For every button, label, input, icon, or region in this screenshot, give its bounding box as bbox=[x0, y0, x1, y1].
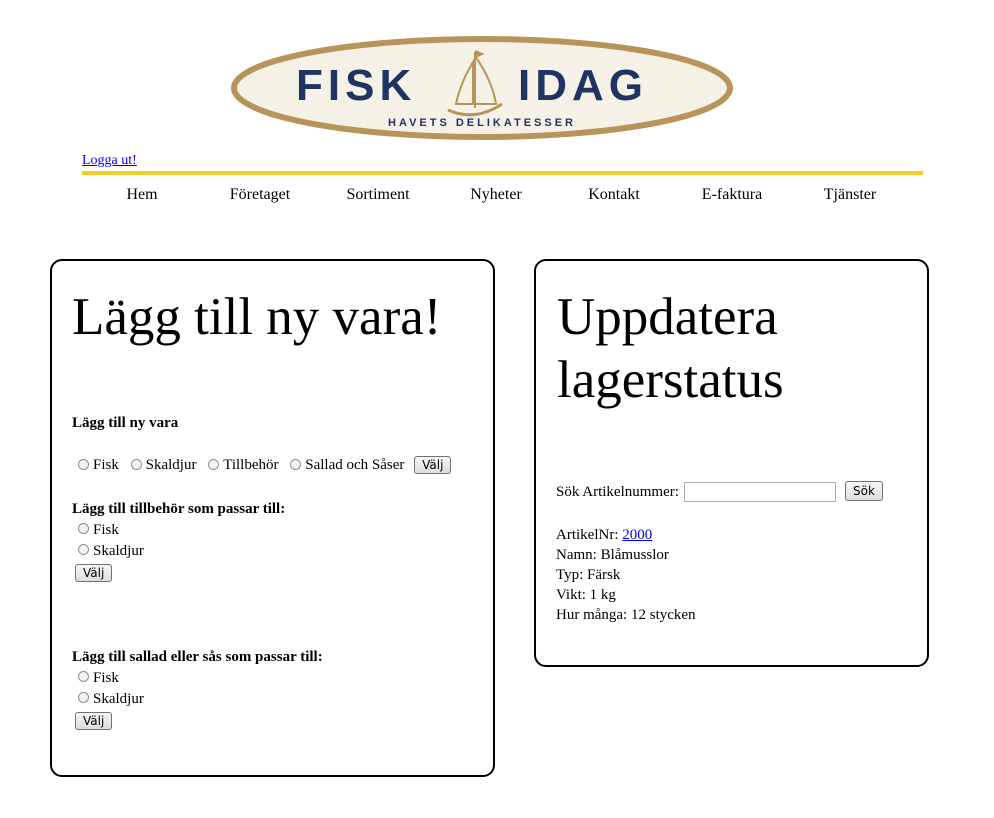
main-nav: Hem Företaget Sortiment Nyheter Kontakt … bbox=[83, 186, 923, 208]
salad-option-fisk: Fisk bbox=[78, 670, 119, 687]
nav-item-nyheter[interactable]: Nyheter bbox=[437, 186, 555, 204]
result-weight: Vikt: 1 kg bbox=[556, 587, 616, 603]
update-stock-title-line2: lagerstatus bbox=[557, 351, 784, 409]
result-name: Namn: Blåmusslor bbox=[556, 547, 669, 563]
radio-label-salad-fisk: Fisk bbox=[93, 670, 119, 686]
update-stock-title-line1: Uppdatera bbox=[557, 288, 778, 346]
logo-graphic: FISK IDAG HAVETS DELIKATESSER bbox=[231, 36, 733, 140]
section-accessories-heading: Lägg till tillbehör som passar till: bbox=[72, 501, 286, 517]
search-article-label: Sök Artikelnummer: bbox=[556, 484, 679, 500]
logo-tagline: HAVETS DELIKATESSER bbox=[388, 117, 576, 129]
salad-option-skaldjur: Skaldjur bbox=[78, 691, 144, 708]
radio-label-accessory-skaldjur: Skaldjur bbox=[93, 543, 144, 559]
radio-label-fisk: Fisk bbox=[93, 457, 119, 474]
radio-sallad-och-saser[interactable] bbox=[290, 458, 302, 470]
logout-link[interactable]: Logga ut! bbox=[82, 153, 137, 169]
radio-label-accessory-fisk: Fisk bbox=[93, 522, 119, 538]
result-article-row: ArtikelNr: 2000 bbox=[556, 527, 652, 544]
radio-label-skaldjur: Skaldjur bbox=[145, 457, 197, 474]
radio-accessory-skaldjur[interactable] bbox=[78, 544, 89, 556]
add-item-title: Lägg till ny vara! bbox=[72, 288, 442, 346]
search-button[interactable]: Sök bbox=[845, 481, 883, 501]
nav-item-sortiment[interactable]: Sortiment bbox=[319, 186, 437, 204]
product-type-radio-group: Fisk Skaldjur Tillbehör Sallad och Såser… bbox=[78, 456, 452, 475]
update-stock-panel: Uppdatera lagerstatus Sök Artikelnummer:… bbox=[534, 259, 929, 667]
article-number-link[interactable]: 2000 bbox=[622, 527, 652, 543]
nav-item-tjanster[interactable]: Tjänster bbox=[791, 186, 909, 204]
header-divider bbox=[82, 171, 923, 175]
radio-label-tillbehor: Tillbehör bbox=[223, 457, 279, 474]
add-item-panel: Lägg till ny vara! Lägg till ny vara Fis… bbox=[50, 259, 495, 777]
nav-item-kontakt[interactable]: Kontakt bbox=[555, 186, 673, 204]
logo: FISK IDAG HAVETS DELIKATESSER bbox=[230, 32, 735, 140]
accessory-option-skaldjur: Skaldjur bbox=[78, 543, 144, 560]
select-salad-sauce-button[interactable]: Välj bbox=[75, 712, 113, 730]
search-button-wrap: Sök bbox=[845, 481, 883, 502]
radio-tillbehor[interactable] bbox=[208, 458, 220, 470]
result-count: Hur många: 12 stycken bbox=[556, 607, 696, 623]
radio-fisk[interactable] bbox=[78, 458, 89, 470]
logo-wordmark-left: FISK bbox=[296, 61, 416, 110]
logo-wordmark-right: IDAG bbox=[518, 61, 648, 110]
article-number-label: ArtikelNr: bbox=[556, 527, 623, 543]
select-accessory-button[interactable]: Välj bbox=[75, 564, 113, 582]
result-type: Typ: Färsk bbox=[556, 567, 621, 583]
section-salad-sauce-heading: Lägg till sallad eller sås som passar ti… bbox=[72, 649, 323, 665]
nav-item-foretaget[interactable]: Företaget bbox=[201, 186, 319, 204]
article-number-search-input[interactable] bbox=[684, 482, 836, 502]
nav-item-hem[interactable]: Hem bbox=[83, 186, 201, 204]
select-product-type-button[interactable]: Välj bbox=[414, 456, 452, 474]
radio-salad-fisk[interactable] bbox=[78, 671, 89, 683]
accessory-button-wrap: Välj bbox=[75, 564, 113, 583]
radio-skaldjur[interactable] bbox=[130, 458, 142, 470]
salad-button-wrap: Välj bbox=[75, 712, 113, 731]
section-add-item-heading: Lägg till ny vara bbox=[72, 415, 179, 431]
radio-salad-skaldjur[interactable] bbox=[78, 692, 89, 704]
nav-item-e-faktura[interactable]: E-faktura bbox=[673, 186, 791, 204]
radio-accessory-fisk[interactable] bbox=[78, 523, 89, 535]
accessory-option-fisk: Fisk bbox=[78, 522, 119, 539]
radio-label-sallad-och-saser: Sallad och Såser bbox=[305, 457, 405, 474]
radio-label-salad-skaldjur: Skaldjur bbox=[93, 691, 144, 707]
